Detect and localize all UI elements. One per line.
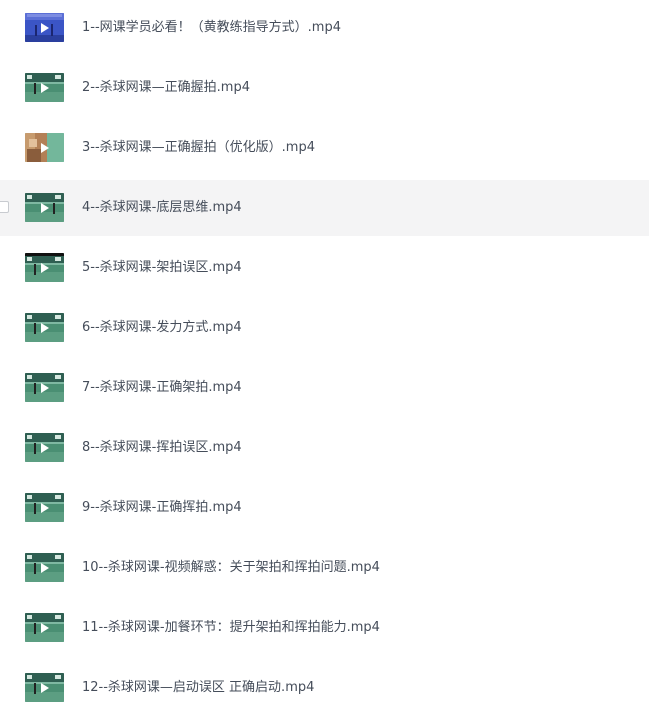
court-video-thumbnail-icon[interactable] (25, 493, 64, 522)
file-row-9[interactable]: 9--杀球网课-正确挥拍.mp4 (0, 480, 649, 536)
file-row-3[interactable]: 3--杀球网课—正确握拍（优化版）.mp4 (0, 120, 649, 176)
file-name[interactable]: 2--杀球网课—正确握拍.mp4 (82, 60, 250, 116)
file-name[interactable]: 1--网课学员必看！（黄教练指导方式）.mp4 (82, 0, 341, 56)
blue-video-thumbnail-icon[interactable] (25, 13, 64, 42)
file-row-11[interactable]: 11--杀球网课-加餐环节：提升架拍和挥拍能力.mp4 (0, 600, 649, 656)
file-row-4[interactable]: 4--杀球网课-底层思维.mp4 (0, 180, 649, 236)
court-video-thumbnail-icon[interactable] (25, 433, 64, 462)
closeup-video-thumbnail-icon[interactable] (25, 133, 64, 162)
court-video-thumbnail-icon[interactable] (25, 553, 64, 582)
file-name[interactable]: 6--杀球网课-发力方式.mp4 (82, 300, 242, 356)
file-list: 1--网课学员必看！（黄教练指导方式）.mp4 2--杀球网课—正确握拍.mp4 (0, 0, 649, 711)
file-name[interactable]: 11--杀球网课-加餐环节：提升架拍和挥拍能力.mp4 (82, 600, 380, 656)
court-video-thumbnail-icon[interactable] (25, 373, 64, 402)
court-video-thumbnail-icon[interactable] (25, 673, 64, 702)
file-row-12[interactable]: 12--杀球网课—启动误区 正确启动.mp4 (0, 660, 649, 716)
file-row-7[interactable]: 7--杀球网课-正确架拍.mp4 (0, 360, 649, 416)
court-video-thumbnail-icon[interactable] (25, 313, 64, 342)
file-row-5[interactable]: 5--杀球网课-架拍误区.mp4 (0, 240, 649, 296)
file-name[interactable]: 9--杀球网课-正确挥拍.mp4 (82, 480, 242, 536)
file-name[interactable]: 5--杀球网课-架拍误区.mp4 (82, 240, 242, 296)
row-checkbox[interactable] (0, 201, 9, 213)
file-name[interactable]: 3--杀球网课—正确握拍（优化版）.mp4 (82, 120, 315, 176)
file-row-6[interactable]: 6--杀球网课-发力方式.mp4 (0, 300, 649, 356)
court-video-thumbnail-icon[interactable] (25, 613, 64, 642)
file-row-10[interactable]: 10--杀球网课-视频解惑：关于架拍和挥拍问题.mp4 (0, 540, 649, 596)
file-row-1[interactable]: 1--网课学员必看！（黄教练指导方式）.mp4 (0, 0, 649, 56)
file-name[interactable]: 4--杀球网课-底层思维.mp4 (82, 180, 242, 236)
court-video-thumbnail-icon[interactable] (25, 193, 64, 222)
court-video-thumbnail-icon[interactable] (25, 253, 64, 282)
file-row-8[interactable]: 8--杀球网课-挥拍误区.mp4 (0, 420, 649, 476)
file-name[interactable]: 8--杀球网课-挥拍误区.mp4 (82, 420, 242, 476)
file-name[interactable]: 10--杀球网课-视频解惑：关于架拍和挥拍问题.mp4 (82, 540, 380, 596)
file-name[interactable]: 7--杀球网课-正确架拍.mp4 (82, 360, 242, 416)
court-video-thumbnail-icon[interactable] (25, 73, 64, 102)
file-row-2[interactable]: 2--杀球网课—正确握拍.mp4 (0, 60, 649, 116)
file-name[interactable]: 12--杀球网课—启动误区 正确启动.mp4 (82, 660, 314, 716)
